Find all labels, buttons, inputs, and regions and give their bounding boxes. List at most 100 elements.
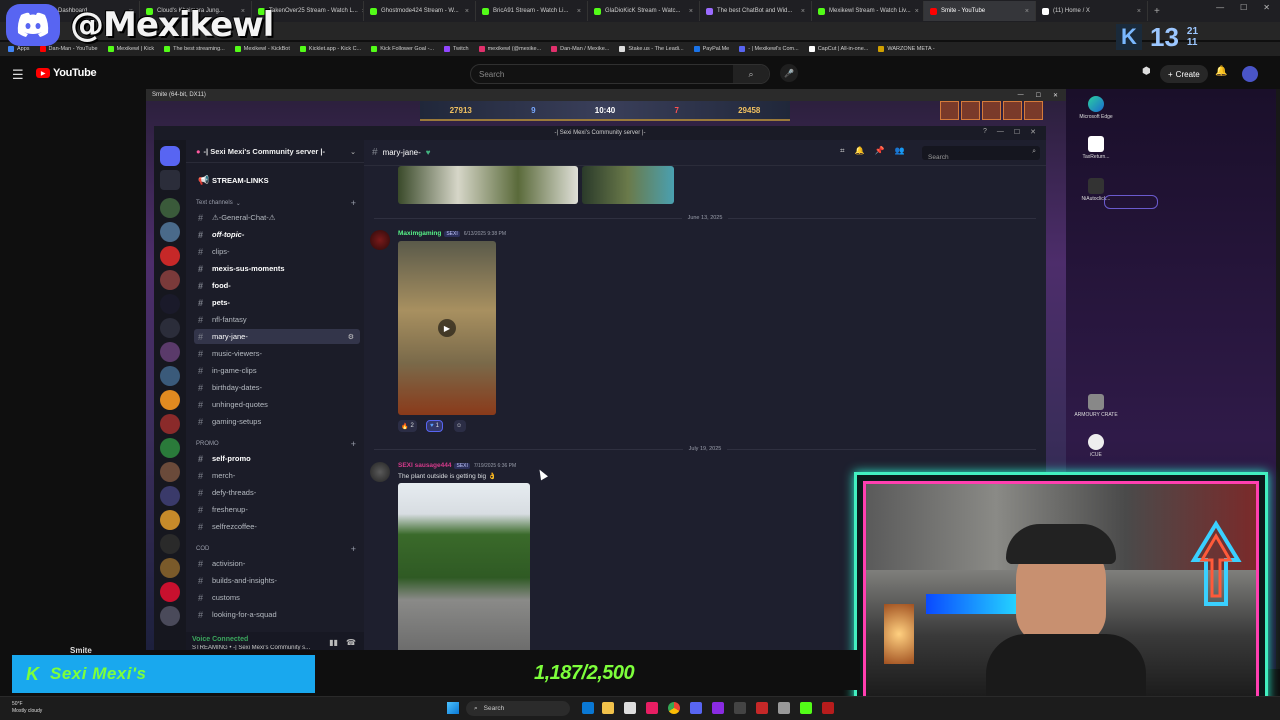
youtube-logo[interactable]: ▶ YouTube (36, 67, 97, 79)
channel-self-promo[interactable]: # self-promo (194, 451, 360, 466)
bookmark-apps[interactable]: Apps (8, 46, 30, 52)
create-button[interactable]: + Create (1160, 65, 1208, 83)
new-tab-button[interactable]: + (1148, 6, 1166, 17)
cast-icon[interactable]: ⬢ (1142, 66, 1151, 77)
avatar[interactable] (370, 230, 390, 250)
close-tab-icon[interactable]: × (465, 8, 469, 15)
taskbar-search[interactable]: ⌕ Search (466, 701, 570, 716)
maximize-icon[interactable]: ☐ (1036, 92, 1041, 99)
server-icon[interactable] (160, 414, 180, 434)
member-list-icon[interactable]: 👥 (894, 146, 904, 156)
taskbar-app-icon[interactable] (582, 702, 594, 714)
weather-widget[interactable]: 50°F Mostly cloudy (12, 701, 42, 715)
notification-bell-icon[interactable]: 🔔 (855, 146, 865, 156)
add-channel-icon[interactable]: + (351, 439, 356, 449)
taskbar-app-icon[interactable] (756, 702, 768, 714)
server-icon[interactable] (160, 558, 180, 578)
bookmark[interactable]: CapCut | All-in-one... (808, 46, 868, 52)
close-tab-icon[interactable]: × (915, 8, 919, 15)
maximize-icon[interactable]: ☐ (1014, 128, 1020, 136)
server-icon[interactable] (160, 606, 180, 626)
minimize-icon[interactable]: — (1216, 3, 1224, 12)
bookmark[interactable]: Dan-Man / Mexike... (551, 46, 609, 52)
pin-icon[interactable]: 📌 (874, 146, 884, 156)
desktop-icon-icue[interactable]: iCUE (1068, 434, 1124, 458)
channel-mary-jane[interactable]: # mary-jane- ⚙ (194, 329, 360, 344)
bookmark[interactable]: WARZONE META - (878, 46, 935, 52)
server-icon[interactable] (160, 198, 180, 218)
windows-start-icon[interactable] (447, 702, 459, 714)
channel-activision[interactable]: # activision- (194, 556, 360, 571)
chrome-icon[interactable] (668, 702, 680, 714)
close-window-icon[interactable]: ✕ (1053, 92, 1058, 99)
minimize-icon[interactable]: — (1018, 92, 1024, 99)
kick-taskbar-icon[interactable] (800, 702, 812, 714)
server-icon[interactable] (160, 534, 180, 554)
channel-merch[interactable]: # merch- (194, 468, 360, 483)
add-reaction-button[interactable]: ☺ (454, 420, 466, 432)
attachment-image[interactable] (398, 166, 578, 204)
server-icon[interactable] (160, 390, 180, 410)
channel-settings-gear-icon[interactable]: ⚙ (348, 333, 360, 341)
channel-customs[interactable]: # customs (194, 590, 360, 605)
channel-off-topic[interactable]: # off-topic- (194, 227, 360, 242)
page-scrollbar[interactable] (1276, 89, 1280, 669)
disconnect-icon[interactable]: ☎ (346, 638, 356, 647)
discord-home-icon[interactable] (160, 146, 180, 166)
server-icon[interactable] (160, 510, 180, 530)
channel-general-chat[interactable]: # ⚠-General-Chat-⚠ (194, 210, 360, 225)
channel-birthday-dates[interactable]: # birthday-dates- (194, 380, 360, 395)
channel-builds-and-insights[interactable]: # builds-and-insights- (194, 573, 360, 588)
taskbar-app-icon[interactable] (734, 702, 746, 714)
bookmark[interactable]: mexikewl (@mexike... (478, 46, 541, 52)
bookmark[interactable]: Kicklet.app - Kick C... (299, 46, 361, 52)
attachment-image[interactable] (398, 483, 530, 655)
taskbar-app-icon[interactable] (778, 702, 790, 714)
file-explorer-icon[interactable] (602, 702, 614, 714)
bookmark[interactable]: - | Mexikewl's Com... (739, 46, 799, 52)
close-tab-icon[interactable]: × (689, 8, 693, 15)
help-icon[interactable]: ? (983, 128, 987, 136)
channel-defy-threads[interactable]: # defy-threads- (194, 485, 360, 500)
message-author[interactable]: SEXI sausage444 SEXI 7/19/2025 6:36 PM (398, 462, 516, 469)
server-icon[interactable] (160, 318, 180, 338)
channel-gaming-setups[interactable]: # gaming-setups (194, 414, 360, 429)
browser-tab[interactable]: Mexikewl Stream - Watch Liv... × (812, 1, 924, 21)
server-icon[interactable] (160, 366, 180, 386)
reaction-fire[interactable]: 🔥 2 (398, 420, 417, 432)
taskbar-app-icon[interactable] (624, 702, 636, 714)
channel-stream-links[interactable]: 📢 STREAM-LINKS (194, 173, 360, 188)
server-header[interactable]: ● -| Sexi Mexi's Community server |- ⌄ (196, 147, 356, 156)
attachment-image[interactable] (582, 166, 674, 204)
channel-in-game-clips[interactable]: # in-game-clips (194, 363, 360, 378)
channel-freshenup[interactable]: # freshenup- (194, 502, 360, 517)
reaction-heart[interactable]: ♥ 1 (426, 420, 443, 432)
smite-taskbar-icon[interactable] (822, 702, 834, 714)
browser-tab[interactable]: BricA91 Stream - Watch Li... × (476, 1, 588, 21)
channel-food[interactable]: # food- (194, 278, 360, 293)
desktop-icon-edge[interactable]: Microsoft Edge (1068, 96, 1124, 120)
desktop-icon-armoury-crate[interactable]: ARMOURY CRATE (1068, 394, 1124, 418)
channel-music-viewers[interactable]: # music-viewers- (194, 346, 360, 361)
browser-tab[interactable]: The best ChatBot and Wid... × (700, 1, 812, 21)
server-icon[interactable] (160, 270, 180, 290)
channel-clips[interactable]: # clips- (194, 244, 360, 259)
server-icon[interactable] (160, 438, 180, 458)
server-icon[interactable] (160, 462, 180, 482)
video-attachment[interactable]: ▶ (398, 241, 496, 415)
channel-selfrezcoffee[interactable]: # selfrezcoffee- (194, 519, 360, 534)
channel-looking-for-a-squad[interactable]: # looking-for-a-squad (194, 607, 360, 622)
close-window-icon[interactable]: ✕ (1030, 128, 1036, 136)
server-icon[interactable] (160, 486, 180, 506)
avatar[interactable] (370, 462, 390, 482)
hamburger-menu-icon[interactable]: ☰ (12, 67, 24, 83)
avatar[interactable] (1242, 66, 1258, 82)
add-channel-icon[interactable]: + (351, 198, 356, 208)
taskbar-app-icon[interactable] (646, 702, 658, 714)
bookmark[interactable]: Dan-Man - YouTube (39, 46, 98, 52)
minimize-icon[interactable]: — (997, 128, 1004, 136)
channel-nfl-fantasy[interactable]: # nfl-fantasy (194, 312, 360, 327)
message-author[interactable]: Maximgaming SEXI 6/13/2025 9:38 PM (398, 230, 506, 237)
channel-pets[interactable]: # pets- (194, 295, 360, 310)
bookmark[interactable]: Mexikewl | Kick (107, 46, 154, 52)
